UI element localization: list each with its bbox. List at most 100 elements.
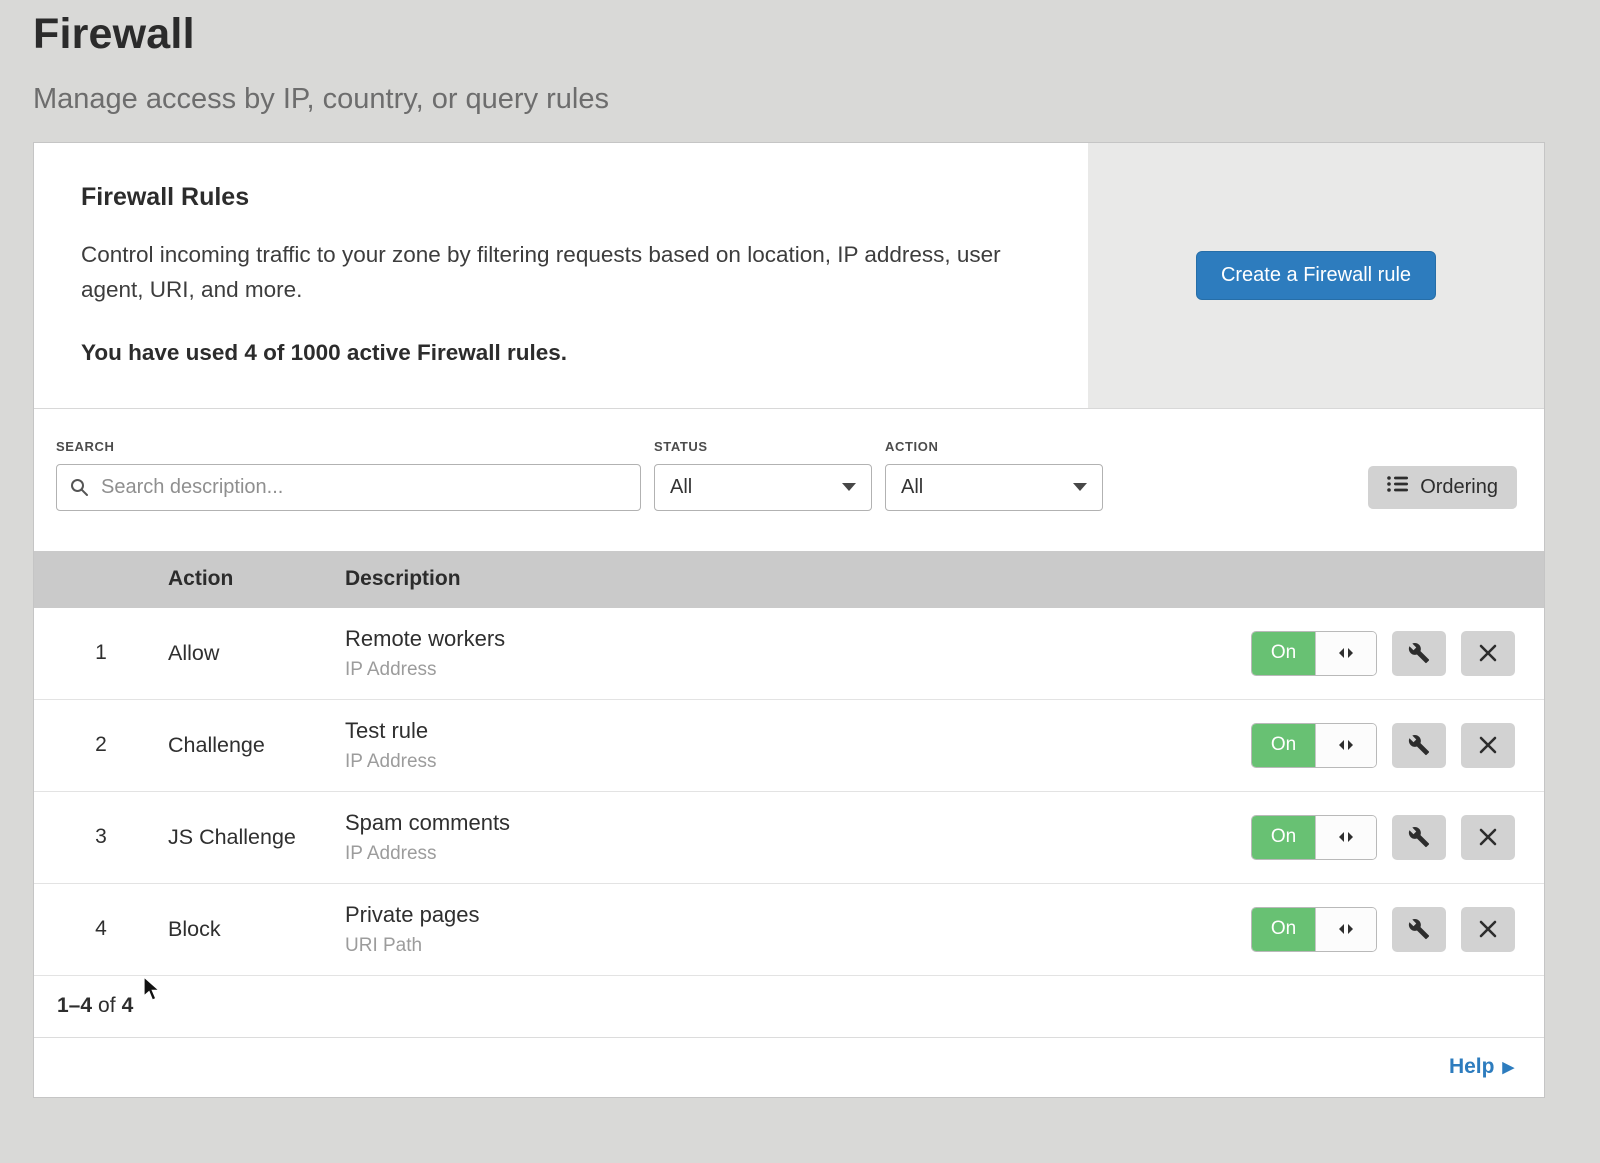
wrench-icon xyxy=(1408,642,1430,664)
page-header: Firewall Manage access by IP, country, o… xyxy=(0,0,1600,116)
ordering-button-label: Ordering xyxy=(1420,476,1498,499)
row-description-text: Spam comments xyxy=(345,810,1251,836)
search-filter-group: SEARCH xyxy=(56,439,641,511)
row-field-type: URI Path xyxy=(345,935,1251,957)
row-number: 1 xyxy=(34,641,168,665)
rule-enabled-toggle[interactable]: On xyxy=(1251,907,1377,952)
toggle-on-label: On xyxy=(1252,908,1315,951)
column-header-action: Action xyxy=(168,567,345,591)
row-action: JS Challenge xyxy=(168,825,345,850)
wrench-icon xyxy=(1408,734,1430,756)
table-row: 4 Block Private pages URI Path On xyxy=(34,884,1544,976)
help-link-label: Help xyxy=(1449,1055,1495,1079)
search-input[interactable] xyxy=(56,464,641,511)
row-description: Test rule IP Address xyxy=(345,718,1251,773)
rule-enabled-toggle[interactable]: On xyxy=(1251,631,1377,676)
row-field-type: IP Address xyxy=(345,751,1251,773)
row-field-type: IP Address xyxy=(345,843,1251,865)
toggle-on-label: On xyxy=(1252,816,1315,859)
row-controls: On xyxy=(1251,907,1544,952)
row-controls: On xyxy=(1251,723,1544,768)
edit-rule-button[interactable] xyxy=(1392,907,1446,952)
toggle-knob[interactable] xyxy=(1315,816,1376,859)
row-description: Spam comments IP Address xyxy=(345,810,1251,865)
delete-rule-button[interactable] xyxy=(1461,907,1515,952)
chevron-down-icon xyxy=(1073,483,1087,491)
filter-bar: SEARCH STATUS All ACTION All xyxy=(34,409,1544,551)
wrench-icon xyxy=(1408,918,1430,940)
x-icon xyxy=(1479,828,1497,846)
chevron-down-icon xyxy=(842,483,856,491)
x-icon xyxy=(1479,644,1497,662)
row-description-text: Test rule xyxy=(345,718,1251,744)
row-description: Remote workers IP Address xyxy=(345,626,1251,681)
row-number: 2 xyxy=(34,733,168,757)
ordering-button[interactable]: Ordering xyxy=(1368,466,1517,509)
table-row: 1 Allow Remote workers IP Address On xyxy=(34,608,1544,700)
delete-rule-button[interactable] xyxy=(1461,815,1515,860)
card-description: Control incoming traffic to your zone by… xyxy=(81,238,1026,308)
x-icon xyxy=(1479,920,1497,938)
delete-rule-button[interactable] xyxy=(1461,723,1515,768)
row-action: Allow xyxy=(168,641,345,666)
column-header-description: Description xyxy=(345,567,1544,591)
toggle-knob[interactable] xyxy=(1315,632,1376,675)
ordering-list-icon xyxy=(1387,475,1409,499)
toggle-knob[interactable] xyxy=(1315,724,1376,767)
row-number: 4 xyxy=(34,917,168,941)
status-label: STATUS xyxy=(654,439,872,454)
toggle-on-label: On xyxy=(1252,632,1315,675)
wrench-icon xyxy=(1408,826,1430,848)
left-right-arrows-icon xyxy=(1338,647,1354,659)
row-field-type: IP Address xyxy=(345,659,1251,681)
help-row: Help ▶ xyxy=(34,1038,1544,1097)
row-controls: On xyxy=(1251,815,1544,860)
card-intro: Firewall Rules Control incoming traffic … xyxy=(34,143,1088,408)
row-action: Block xyxy=(168,917,345,942)
action-filter-group: ACTION All xyxy=(885,439,1103,511)
delete-rule-button[interactable] xyxy=(1461,631,1515,676)
action-label: ACTION xyxy=(885,439,1103,454)
row-number: 3 xyxy=(34,825,168,849)
edit-rule-button[interactable] xyxy=(1392,815,1446,860)
card-action-panel: Create a Firewall rule xyxy=(1088,143,1544,408)
status-select[interactable]: All xyxy=(654,464,872,511)
table-row: 3 JS Challenge Spam comments IP Address … xyxy=(34,792,1544,884)
create-firewall-rule-button[interactable]: Create a Firewall rule xyxy=(1196,251,1436,300)
table-header: Action Description xyxy=(34,551,1544,608)
rule-enabled-toggle[interactable]: On xyxy=(1251,723,1377,768)
page-subtitle: Manage access by IP, country, or query r… xyxy=(33,83,1600,116)
right-triangle-icon: ▶ xyxy=(1502,1060,1514,1075)
status-selected-value: All xyxy=(670,476,692,499)
card-top-section: Firewall Rules Control incoming traffic … xyxy=(34,143,1544,409)
edit-rule-button[interactable] xyxy=(1392,631,1446,676)
action-selected-value: All xyxy=(901,476,923,499)
help-link[interactable]: Help ▶ xyxy=(1449,1055,1514,1079)
left-right-arrows-icon xyxy=(1338,923,1354,935)
row-description-text: Private pages xyxy=(345,902,1251,928)
edit-rule-button[interactable] xyxy=(1392,723,1446,768)
table-row: 2 Challenge Test rule IP Address On xyxy=(34,700,1544,792)
pagination-range: 1–4 xyxy=(57,994,92,1018)
usage-summary: You have used 4 of 1000 active Firewall … xyxy=(81,340,1048,366)
firewall-rules-card: Firewall Rules Control incoming traffic … xyxy=(33,142,1545,1098)
pagination-total: 4 xyxy=(122,994,134,1018)
status-filter-group: STATUS All xyxy=(654,439,872,511)
search-icon xyxy=(69,477,89,502)
row-description: Private pages URI Path xyxy=(345,902,1251,957)
row-action: Challenge xyxy=(168,733,345,758)
rules-table-body: 1 Allow Remote workers IP Address On xyxy=(34,608,1544,976)
page-title: Firewall xyxy=(33,10,1600,59)
search-box xyxy=(56,464,641,511)
left-right-arrows-icon xyxy=(1338,739,1354,751)
search-label: SEARCH xyxy=(56,439,641,454)
action-select[interactable]: All xyxy=(885,464,1103,511)
left-right-arrows-icon xyxy=(1338,831,1354,843)
pagination: 1–4 of 4 xyxy=(34,976,1544,1038)
rule-enabled-toggle[interactable]: On xyxy=(1251,815,1377,860)
card-title: Firewall Rules xyxy=(81,183,1048,212)
toggle-knob[interactable] xyxy=(1315,908,1376,951)
row-controls: On xyxy=(1251,631,1544,676)
row-description-text: Remote workers xyxy=(345,626,1251,652)
toggle-on-label: On xyxy=(1252,724,1315,767)
